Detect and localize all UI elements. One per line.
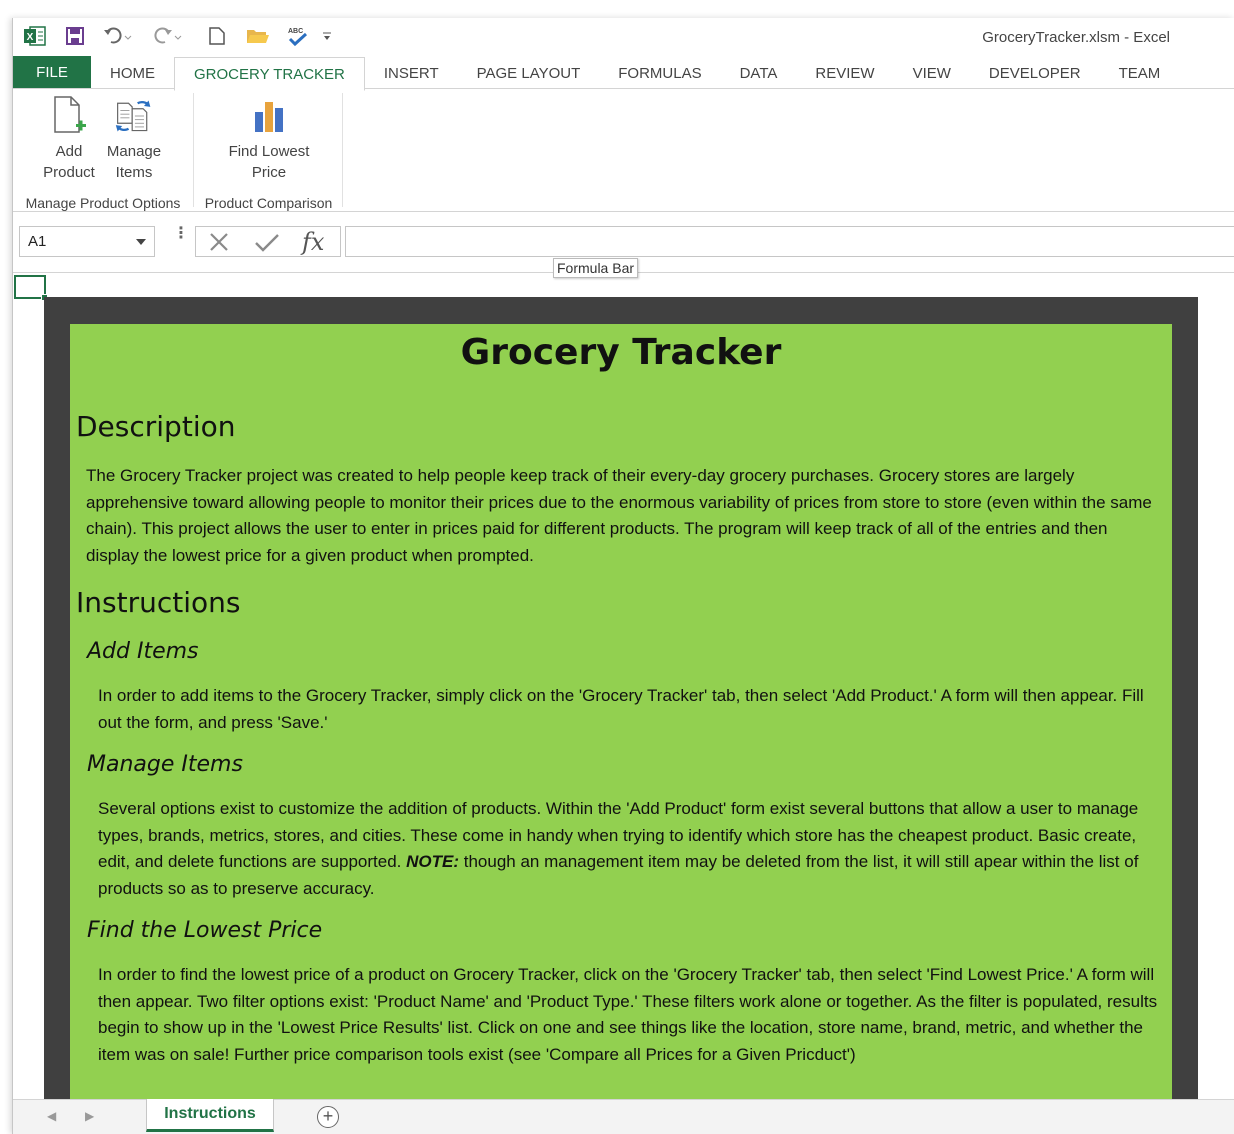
name-box[interactable]: A1 bbox=[19, 226, 155, 257]
formula-input[interactable] bbox=[345, 226, 1234, 257]
add-items-heading: Add Items bbox=[87, 639, 199, 664]
chevron-down-icon[interactable] bbox=[136, 239, 146, 245]
open-folder-icon[interactable] bbox=[245, 24, 271, 48]
tab-review[interactable]: REVIEW bbox=[796, 57, 893, 89]
find-lowest-price-button[interactable]: Find Lowest Price bbox=[217, 93, 321, 183]
tab-home[interactable]: HOME bbox=[91, 57, 174, 89]
note-label: NOTE: bbox=[406, 852, 460, 872]
content-frame: Grocery Tracker Description The Grocery … bbox=[44, 297, 1198, 1099]
group-label-product-comparison: Product Comparison bbox=[204, 195, 333, 211]
new-document-icon[interactable] bbox=[207, 24, 227, 48]
find-lowest-price-label-1: Find Lowest bbox=[228, 143, 310, 160]
active-cell-selection[interactable] bbox=[14, 275, 48, 301]
add-product-button[interactable]: Add Product bbox=[37, 93, 101, 183]
title-bar: X ABC GroceryTracker.xlsm - Excel bbox=[13, 18, 1234, 56]
add-sheet-icon[interactable]: + bbox=[317, 1106, 339, 1128]
undo-icon[interactable] bbox=[101, 24, 135, 48]
redo-icon[interactable] bbox=[151, 24, 185, 48]
tab-team[interactable]: TEAM bbox=[1100, 57, 1180, 89]
insert-function-icon[interactable]: fx bbox=[302, 228, 324, 256]
tab-view[interactable]: VIEW bbox=[894, 57, 970, 89]
tab-page-layout[interactable]: PAGE LAYOUT bbox=[458, 57, 600, 89]
worksheet[interactable]: Grocery Tracker Description The Grocery … bbox=[13, 273, 1234, 1099]
formula-buttons: fx bbox=[195, 226, 341, 257]
manage-items-label-1: Manage bbox=[106, 143, 162, 160]
manage-items-button[interactable]: Manage Items bbox=[101, 93, 167, 183]
manage-items-text: Several options exist to customize the a… bbox=[98, 796, 1168, 902]
add-product-label-1: Add bbox=[55, 143, 83, 160]
formula-bar-tooltip: Formula Bar bbox=[553, 258, 639, 278]
formula-bar: A1 ⋮ fx Formula Bar bbox=[13, 216, 1234, 278]
tab-insert[interactable]: INSERT bbox=[365, 57, 458, 89]
tab-formulas[interactable]: FORMULAS bbox=[599, 57, 720, 89]
tab-data[interactable]: DATA bbox=[721, 57, 797, 89]
enter-check-icon[interactable] bbox=[254, 231, 280, 258]
sheet-tab-instructions[interactable]: Instructions bbox=[146, 1099, 274, 1132]
manage-items-icon bbox=[114, 93, 154, 139]
scroll-left-icon[interactable]: ◀ bbox=[47, 1109, 56, 1123]
more-options-icon[interactable]: ⋮ bbox=[173, 226, 189, 242]
ribbon: Add Product Manage Items Manage Product … bbox=[13, 88, 1234, 212]
excel-logo-icon: X bbox=[23, 24, 47, 48]
instructions-heading: Instructions bbox=[76, 586, 241, 619]
add-product-label-2: Product bbox=[43, 164, 95, 181]
customize-toolbar-icon[interactable] bbox=[319, 24, 335, 48]
instructions-panel: Grocery Tracker Description The Grocery … bbox=[70, 324, 1172, 1099]
add-product-icon bbox=[49, 93, 89, 139]
manage-items-heading: Manage Items bbox=[87, 752, 243, 777]
name-box-value: A1 bbox=[28, 233, 47, 250]
save-icon[interactable] bbox=[63, 24, 87, 48]
cancel-icon[interactable] bbox=[208, 231, 230, 258]
find-lowest-text: In order to find the lowest price of a p… bbox=[98, 965, 1158, 1064]
description-heading: Description bbox=[76, 410, 236, 443]
sheet-tab-bar: ◀ ▶ Instructions + bbox=[13, 1099, 1234, 1134]
find-lowest-price-label-2: Price bbox=[251, 164, 287, 181]
window-title: GroceryTracker.xlsm - Excel bbox=[982, 29, 1170, 46]
page-title: Grocery Tracker bbox=[460, 332, 782, 373]
description-text: The Grocery Tracker project was created … bbox=[86, 466, 1152, 565]
tab-file[interactable]: FILE bbox=[13, 56, 91, 89]
find-lowest-heading: Find the Lowest Price bbox=[87, 918, 323, 943]
excel-window: X ABC GroceryTracker.xlsm - Excel FILE H… bbox=[12, 18, 1234, 1134]
manage-items-label-2: Items bbox=[115, 164, 153, 181]
ribbon-tabs: FILE HOME GROCERY TRACKER INSERT PAGE LA… bbox=[13, 56, 1234, 91]
add-items-text: In order to add items to the Grocery Tra… bbox=[98, 686, 1144, 732]
svg-text:ABC: ABC bbox=[288, 28, 303, 35]
spelling-icon[interactable]: ABC bbox=[285, 24, 311, 48]
bar-chart-icon bbox=[249, 93, 289, 139]
tab-developer[interactable]: DEVELOPER bbox=[970, 57, 1100, 89]
tab-grocery-tracker[interactable]: GROCERY TRACKER bbox=[174, 57, 365, 91]
group-product-comparison: Find Lowest Price Product Comparison bbox=[195, 93, 343, 211]
group-manage-product-options: Add Product Manage Items Manage Product … bbox=[13, 93, 194, 211]
svg-text:X: X bbox=[27, 32, 34, 43]
scroll-right-icon[interactable]: ▶ bbox=[85, 1109, 94, 1123]
group-label-manage-product-options: Manage Product Options bbox=[25, 195, 181, 211]
